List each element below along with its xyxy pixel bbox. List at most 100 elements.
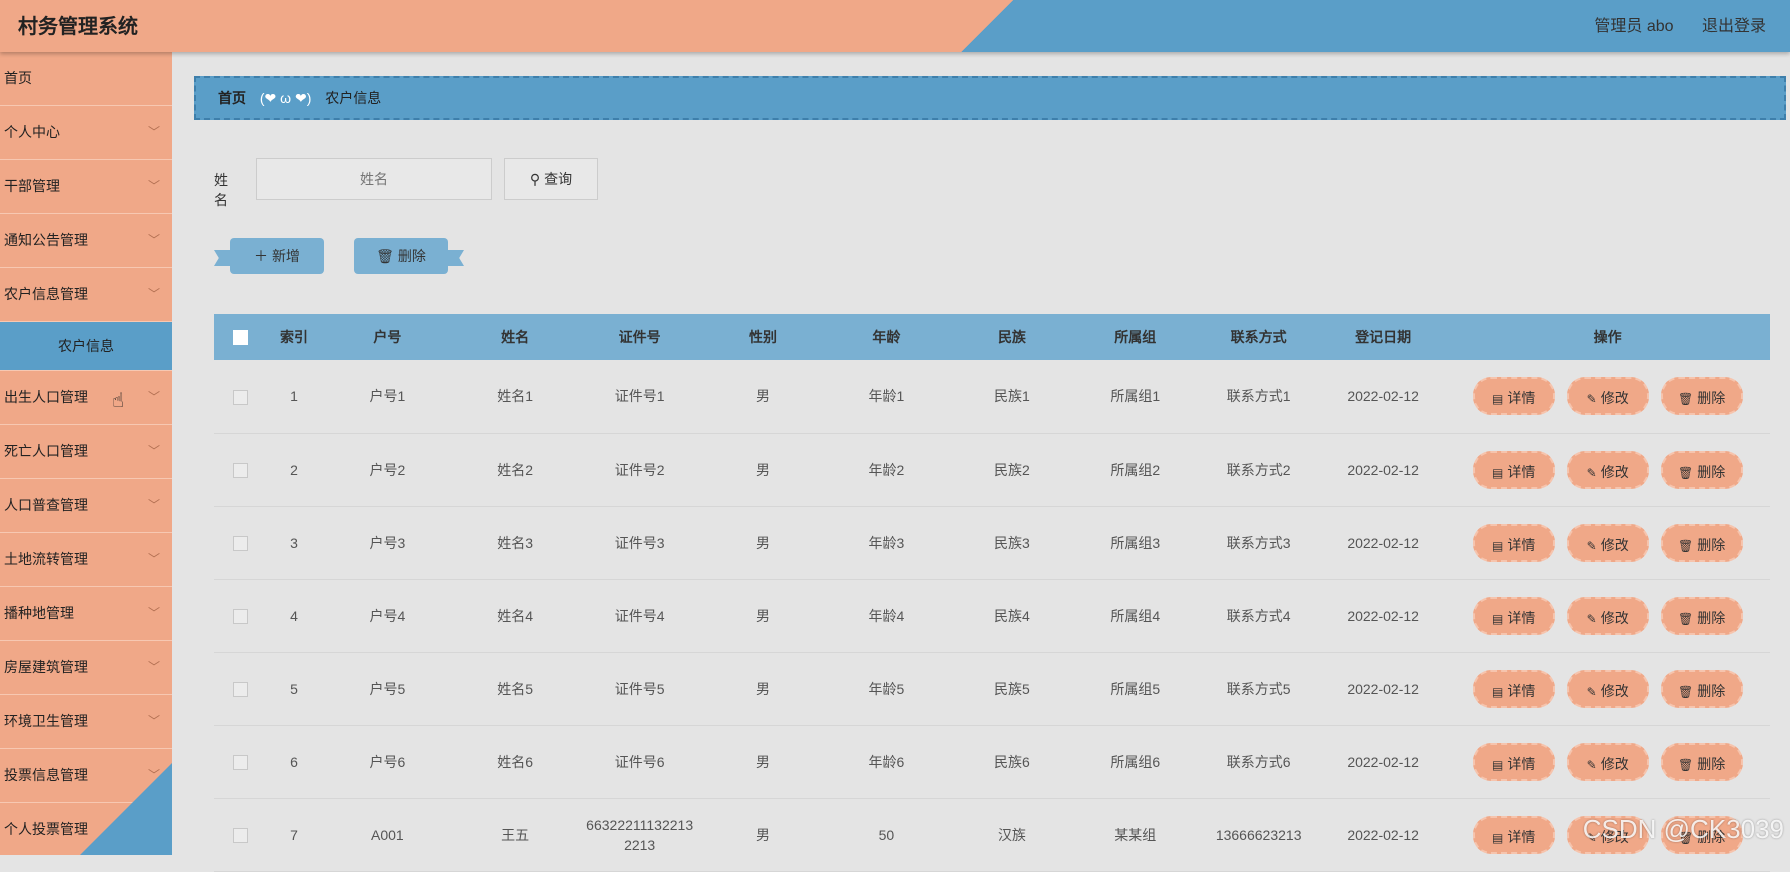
edit-button-label: 修改 [1600, 536, 1629, 553]
document-icon: ▤ [1492, 684, 1504, 699]
column-header: 操作 [1593, 329, 1622, 345]
table-cell: 证件号3 [614, 534, 665, 551]
table-cell: 2022-02-12 [1347, 826, 1419, 843]
details-button[interactable]: ▤ 详情 [1472, 377, 1555, 416]
column-header: 户号 [373, 329, 402, 345]
table-cell: 联系方式3 [1226, 534, 1291, 551]
table-body: 1 户号1 姓名1 证件号1 男年龄1 民族1 所属组1 联系方式1 2022-02-12 ▤ 详情… [214, 360, 1770, 871]
edit-button-label: 修改 [1600, 755, 1629, 772]
row-actions: ▤ 详情 ✎ 修改 🗑 删除 [1445, 725, 1770, 798]
column-header: 所属组 [1114, 329, 1157, 345]
row-delete-button[interactable]: 🗑 删除 [1660, 596, 1743, 635]
document-icon: ▤ [1492, 757, 1504, 772]
edit-button[interactable]: ✎ 修改 [1566, 742, 1649, 781]
add-button[interactable]: ＋ 新增 [214, 238, 324, 274]
sidebar-item-9[interactable]: 土地流转管理 ﹀ [0, 533, 172, 587]
table-cell: 2022-02-12 [1347, 388, 1419, 405]
table-cell: 年龄3 [868, 534, 905, 551]
edit-button[interactable]: ✎ 修改 [1566, 377, 1649, 416]
row-checkbox[interactable] [233, 827, 249, 843]
table-cell: 证件号5 [614, 680, 665, 697]
sidebar-item-label: 个人投票管理 [4, 821, 88, 837]
row-delete-button[interactable]: 🗑 删除 [1660, 669, 1743, 708]
pencil-icon: ✎ [1586, 392, 1597, 407]
column-header: 民族 [997, 329, 1026, 345]
details-button[interactable]: ▤ 详情 [1472, 523, 1555, 562]
table-row: 3 户号3 姓名3 证件号3 男 年龄3 民族3 所属组3 联系方式3 2022-02-12 ▤ 详情… [214, 506, 1770, 579]
chevron-down-icon: ﹀ [147, 125, 160, 139]
query-button[interactable]: ⚲ 查询 [504, 158, 598, 200]
sidebar-item-5[interactable]: 农户信息 [0, 322, 172, 371]
sidebar-item-0[interactable]: 首页 [0, 52, 172, 106]
edit-button[interactable]: ✎ 修改 [1566, 450, 1649, 489]
details-button-label: 详情 [1507, 828, 1536, 845]
query-button-label: 查询 [544, 171, 573, 187]
trash-icon: 🗑 [1678, 611, 1694, 626]
breadcrumb-home[interactable]: 首页 [218, 90, 246, 106]
row-checkbox[interactable] [233, 681, 249, 697]
trash-icon: 🗑 [1678, 392, 1694, 407]
table-cell: 某某组 [1114, 826, 1157, 843]
row-delete-button[interactable]: 🗑 删除 [1660, 742, 1743, 781]
row-select-cell [214, 360, 267, 433]
breadcrumb: 首页 (❤ ω ❤) 农户信息 [194, 76, 1786, 120]
search-label: 姓名 [214, 172, 228, 208]
table-cell: 13666623213 [1215, 826, 1302, 843]
row-delete-button[interactable]: 🗑 删除 [1660, 523, 1743, 562]
batch-delete-button[interactable]: 🗑 删除 [354, 238, 464, 274]
sidebar-item-label: 通知公告管理 [4, 232, 88, 248]
details-button[interactable]: ▤ 详情 [1472, 669, 1555, 708]
table-cell: 50 [878, 826, 895, 843]
edit-button[interactable]: ✎ 修改 [1566, 669, 1649, 708]
trash-icon: 🗑 [1678, 465, 1694, 480]
sidebar-item-3[interactable]: 通知公告管理 ﹀ [0, 214, 172, 268]
breadcrumb-separator: (❤ ω ❤) [259, 90, 312, 106]
main-content: 首页 (❤ ω ❤) 农户信息 姓名 ⚲ 查询 ＋ 新增 🗑 删除 索引户号姓名… [172, 52, 1790, 871]
top-header-bar: 村务管理系统 管理员 abo 退出登录 [0, 0, 1790, 52]
trash-icon: 🗑 [1678, 757, 1694, 772]
sidebar-item-label: 出生人口管理 [4, 389, 88, 405]
table-cell: 男 [756, 534, 770, 551]
edit-button[interactable]: ✎ 修改 [1566, 596, 1649, 635]
row-delete-button[interactable]: 🗑 删除 [1660, 377, 1743, 416]
table-cell: A001 [371, 826, 404, 843]
details-button[interactable]: ▤ 详情 [1472, 815, 1555, 854]
sidebar-item-10[interactable]: 播种地管理 ﹀ [0, 587, 172, 641]
sidebar-item-6[interactable]: 出生人口管理 ﹀ [0, 371, 172, 425]
sidebar-item-1[interactable]: 个人中心 ﹀ [0, 106, 172, 160]
table-cell: 户号5 [369, 680, 406, 697]
chevron-down-icon: ﹀ [147, 498, 160, 512]
document-icon: ▤ [1492, 392, 1504, 407]
document-icon: ▤ [1492, 538, 1504, 553]
sidebar-item-4[interactable]: 农户信息管理 ﹀ [0, 268, 172, 322]
edit-button[interactable]: ✎ 修改 [1566, 523, 1649, 562]
details-button-label: 详情 [1507, 390, 1536, 407]
sidebar-item-7[interactable]: 死亡人口管理 ﹀ [0, 425, 172, 479]
select-all-checkbox[interactable] [233, 330, 249, 346]
table-cell: 姓名1 [497, 388, 534, 405]
sidebar-item-8[interactable]: 人口普查管理 ﹀ [0, 479, 172, 533]
row-delete-button[interactable]: 🗑 删除 [1660, 450, 1743, 489]
details-button[interactable]: ▤ 详情 [1472, 450, 1555, 489]
hand-cursor-icon: ☝ [112, 390, 125, 412]
row-checkbox[interactable] [233, 608, 249, 624]
logout-link[interactable]: 退出登录 [1702, 18, 1766, 35]
name-search-input[interactable] [256, 158, 492, 200]
details-button[interactable]: ▤ 详情 [1472, 596, 1555, 635]
row-delete-button-label: 删除 [1697, 755, 1726, 772]
row-checkbox[interactable] [233, 535, 249, 551]
table-cell: 汉族 [997, 826, 1026, 843]
sidebar-item-11[interactable]: 房屋建筑管理 ﹀ [0, 641, 172, 695]
sidebar-item-2[interactable]: 干部管理 ﹀ [0, 160, 172, 214]
row-checkbox[interactable] [233, 389, 249, 405]
sidebar-item-12[interactable]: 环境卫生管理 ﹀ [0, 695, 172, 749]
column-header: 联系方式 [1230, 329, 1287, 345]
row-checkbox[interactable] [233, 462, 249, 478]
row-checkbox[interactable] [233, 754, 249, 770]
table-cell: 联系方式6 [1226, 753, 1291, 770]
table-row: 6 户号6 姓名6 证件号6 男 年龄6 民族6 所属组6 联系方式6 2022-02-12 ▤ 详情… [214, 725, 1770, 798]
trash-icon: 🗑 [1678, 684, 1694, 699]
details-button[interactable]: ▤ 详情 [1472, 742, 1555, 781]
column-header: 证件号 [618, 329, 661, 345]
watermark: CSDN @CK3039 [1582, 814, 1784, 844]
